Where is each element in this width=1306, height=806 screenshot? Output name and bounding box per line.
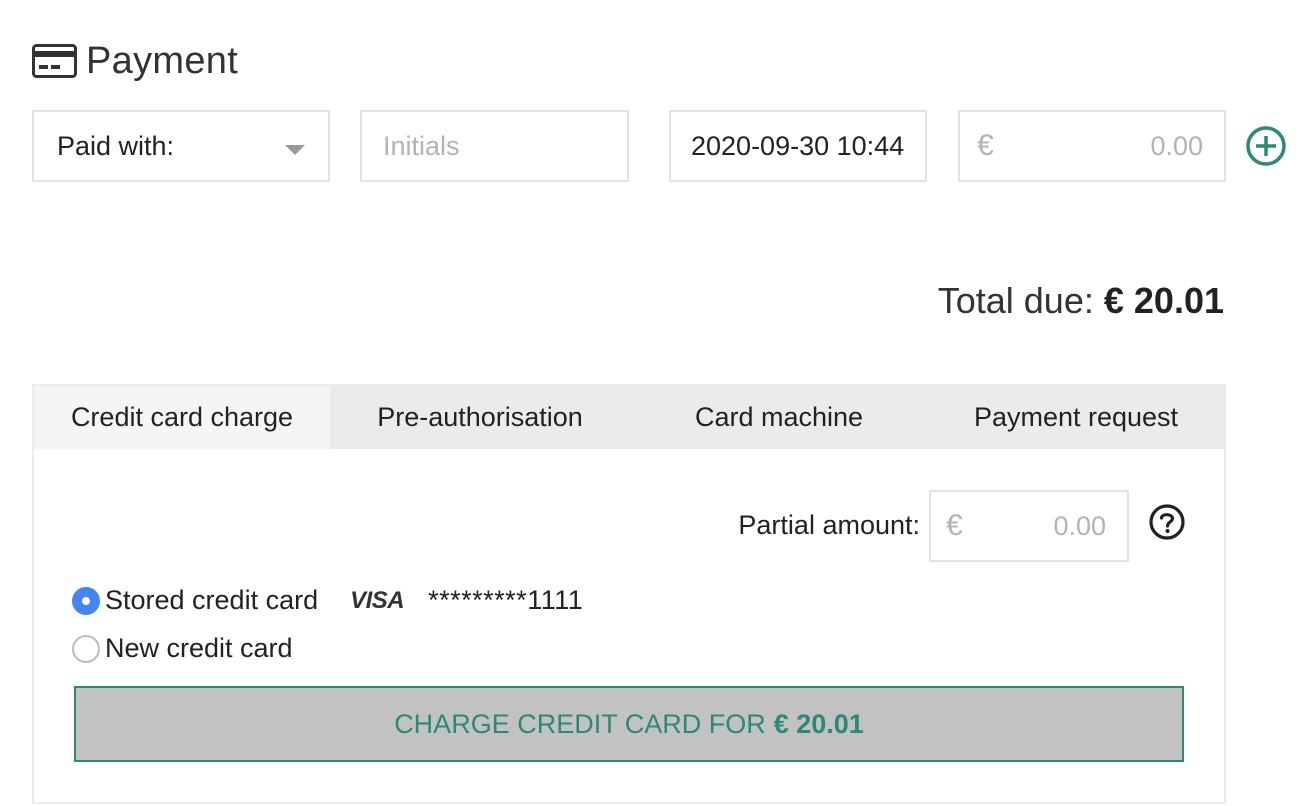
add-payment-icon[interactable] xyxy=(1245,125,1287,167)
datetime-value: 2020-09-30 10:44 xyxy=(691,130,905,161)
initials-field[interactable] xyxy=(360,110,629,182)
partial-currency-symbol: € xyxy=(946,509,963,542)
tab-card-machine[interactable]: Card machine xyxy=(630,386,928,449)
paid-with-label: Paid with: xyxy=(57,130,175,161)
new-card-option[interactable]: New credit card xyxy=(72,633,293,664)
datetime-field[interactable]: 2020-09-30 10:44 xyxy=(669,110,927,182)
partial-amount-placeholder: 0.00 xyxy=(1053,510,1106,541)
paid-with-select[interactable]: Paid with: xyxy=(32,110,330,182)
payment-panel: Credit card charge Pre-authorisation Car… xyxy=(32,384,1226,804)
visa-logo: VISA xyxy=(350,586,405,614)
credit-card-icon xyxy=(32,44,77,78)
page-title: Payment xyxy=(86,39,239,82)
tab-pre-authorisation[interactable]: Pre-authorisation xyxy=(330,386,630,449)
tab-payment-request[interactable]: Payment request xyxy=(928,386,1224,449)
total-due: Total due: € 20.01 xyxy=(938,280,1224,322)
stored-card-radio[interactable] xyxy=(72,586,100,615)
currency-symbol: € xyxy=(977,129,994,162)
partial-amount-field[interactable]: € 0.00 xyxy=(929,490,1129,562)
partial-amount-label: Partial amount: xyxy=(738,510,920,540)
total-due-label: Total due: xyxy=(937,280,1094,321)
help-icon[interactable] xyxy=(1148,503,1186,541)
charge-button-label: CHARGE CREDIT CARD FOR xyxy=(394,708,766,739)
charge-credit-card-button[interactable]: CHARGE CREDIT CARD FOR € 20.01 xyxy=(74,686,1184,762)
amount-field[interactable]: € 0.00 xyxy=(958,110,1226,182)
total-due-value: € 20.01 xyxy=(1103,280,1224,321)
payment-tabs: Credit card charge Pre-authorisation Car… xyxy=(34,386,1224,449)
charge-button-amount: € 20.01 xyxy=(773,708,864,739)
page-header: Payment xyxy=(32,36,238,86)
new-card-radio[interactable] xyxy=(72,634,100,663)
card-number: *********1111 xyxy=(428,585,584,615)
amount-placeholder: 0.00 xyxy=(1150,130,1203,161)
stored-card-label: Stored credit card xyxy=(105,585,319,615)
chevron-down-icon xyxy=(285,145,305,155)
tab-credit-card-charge[interactable]: Credit card charge xyxy=(34,386,330,449)
new-card-label: New credit card xyxy=(105,633,293,663)
stored-card-option[interactable]: Stored credit card VISA *********1111 xyxy=(72,585,583,616)
initials-input[interactable] xyxy=(383,130,627,162)
